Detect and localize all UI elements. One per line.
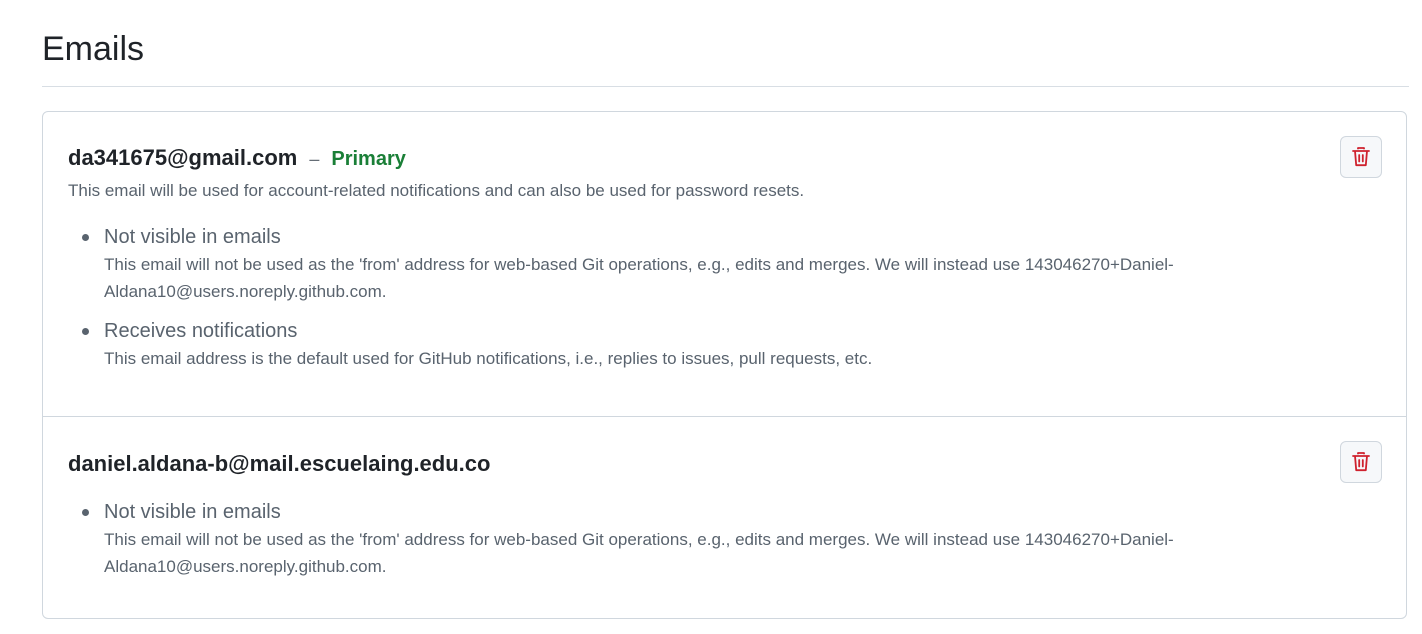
trash-icon bbox=[1352, 452, 1370, 472]
email-description: This email will be used for account-rela… bbox=[68, 181, 805, 200]
email-properties: Not visible in emails This email will no… bbox=[79, 498, 1244, 592]
email-list: da341675@gmail.com – Primary This email … bbox=[42, 111, 1407, 619]
delete-email-button[interactable] bbox=[1340, 136, 1382, 178]
email-item-secondary: daniel.aldana-b@mail.escuelaing.edu.co N… bbox=[43, 417, 1406, 619]
property-item: Not visible in emails This email will no… bbox=[79, 498, 1244, 580]
bullet bbox=[82, 509, 89, 516]
email-address: da341675@gmail.com bbox=[68, 145, 298, 170]
email-properties: Not visible in emails This email will no… bbox=[79, 223, 1244, 384]
email-address: daniel.aldana-b@mail.escuelaing.edu.co bbox=[68, 451, 491, 476]
property-title: Receives notifications bbox=[104, 320, 298, 342]
property-description: This email will not be used as the 'from… bbox=[104, 255, 1174, 301]
email-header: daniel.aldana-b@mail.escuelaing.edu.co bbox=[68, 451, 490, 477]
property-description: This email will not be used as the 'from… bbox=[104, 530, 1174, 576]
property-item: Receives notifications This email addres… bbox=[79, 317, 1244, 372]
separator: – bbox=[309, 149, 320, 169]
property-item: Not visible in emails This email will no… bbox=[79, 223, 1244, 305]
property-title: Not visible in emails bbox=[104, 226, 281, 248]
bullet bbox=[82, 234, 89, 241]
email-item-primary: da341675@gmail.com – Primary This email … bbox=[43, 112, 1406, 417]
property-description: This email address is the default used f… bbox=[104, 349, 873, 368]
delete-email-button[interactable] bbox=[1340, 441, 1382, 483]
primary-badge: Primary bbox=[331, 148, 406, 170]
page-title: Emails bbox=[42, 30, 145, 68]
title-divider bbox=[42, 86, 1409, 87]
trash-icon bbox=[1352, 147, 1370, 167]
property-title: Not visible in emails bbox=[104, 501, 281, 523]
email-header: da341675@gmail.com – Primary bbox=[68, 145, 406, 171]
emails-settings-page: Emails da341675@gmail.com – Primary This… bbox=[0, 0, 1422, 634]
bullet bbox=[82, 328, 89, 335]
